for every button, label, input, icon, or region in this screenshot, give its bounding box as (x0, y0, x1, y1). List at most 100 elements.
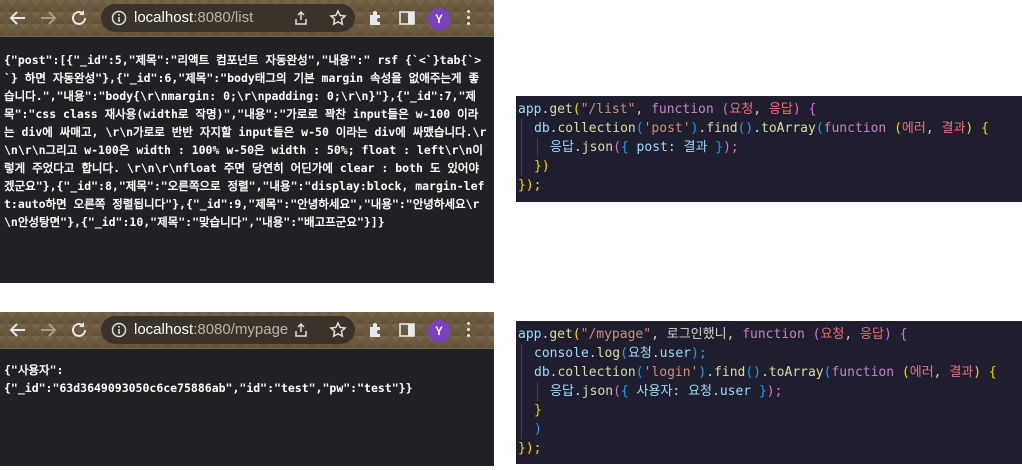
code-token: . (573, 384, 582, 399)
code-token: 결과 (941, 121, 966, 136)
code-token: { (899, 327, 908, 342)
code-token: ( (635, 121, 644, 136)
code-token: }) (534, 159, 550, 174)
code-token: 에러 (901, 121, 926, 136)
share-icon[interactable] (293, 322, 309, 338)
code-token: log (596, 346, 621, 361)
code-token: ( (613, 140, 621, 155)
code-token: 응답 (550, 140, 574, 155)
code-token: ( (901, 365, 910, 380)
code-token: function (742, 327, 813, 342)
json-response-list: {"post":[{"_id":5,"제목":"리액트 컴포넌트 자동완성","… (4, 53, 487, 229)
code-line: app.get("/list", function (요청, 응답) { (518, 100, 1022, 119)
extensions-puzzle-icon[interactable] (367, 321, 385, 339)
forward-arrow-icon[interactable] (38, 320, 58, 340)
code-line: app.get("/mypage", 로그인했니, function (요청, … (518, 325, 1022, 344)
code-token: }); (518, 178, 542, 193)
browser-toolbar: localhost:8080/mypage Y (0, 312, 494, 349)
code-token: find (714, 365, 746, 380)
side-panel-icon[interactable] (398, 321, 416, 339)
code-token: () (745, 365, 762, 380)
url-text: localhost:8080/mypage (134, 321, 288, 338)
code-token: 사용자: 요청.user (628, 384, 759, 399)
address-bar[interactable]: localhost:8080/list (101, 4, 355, 32)
code-token: , 로그인했니, (651, 327, 743, 342)
code-token: collection (557, 121, 636, 136)
code-token: db (534, 365, 550, 380)
code-token: ( (635, 365, 644, 380)
json-response-mypage: {"사용자": {"_id":"63d3649093050c6ce75886ab… (4, 363, 413, 395)
reload-icon[interactable] (69, 320, 89, 340)
code-token: ( (613, 384, 621, 399)
code-line: ) (518, 420, 1022, 439)
code-token: , (933, 365, 950, 380)
code-token: 요청 (820, 327, 845, 342)
code-token: ( (572, 327, 581, 342)
code-line: } (518, 401, 1022, 420)
code-token: { (808, 102, 817, 117)
code-token: , (753, 102, 769, 117)
code-token: ); (766, 384, 783, 399)
more-menu-icon[interactable] (466, 10, 472, 28)
code-token: ); (723, 140, 739, 155)
url-host: localhost (134, 321, 194, 338)
profile-avatar[interactable]: Y (428, 8, 450, 30)
code-token: 응답 (768, 102, 793, 117)
url-host: localhost (134, 9, 194, 26)
code-token: , (844, 327, 861, 342)
code-token: }); (518, 441, 542, 456)
code-line: db.collection('post').find().toArray(fun… (518, 119, 1022, 138)
forward-arrow-icon[interactable] (38, 8, 58, 28)
more-menu-icon[interactable] (466, 322, 472, 340)
code-token: ) (883, 327, 892, 342)
browser-window-mypage: localhost:8080/mypage Y {"사용자": {"_id":"… (0, 312, 494, 466)
share-icon[interactable] (293, 10, 309, 26)
code-token: 'post' (643, 121, 691, 136)
code-token: function (823, 121, 895, 136)
code-token: json (581, 384, 614, 399)
code-token: 에러 (909, 365, 934, 380)
back-arrow-icon[interactable] (8, 320, 28, 340)
code-token: , (925, 121, 942, 136)
code-token: 결과 (949, 365, 974, 380)
code-token: 'login' (643, 365, 699, 380)
code-token: } (534, 403, 542, 418)
code-token: . (573, 140, 582, 155)
browser-window-list: localhost:8080/list Y {"post":[{"_id":5,… (0, 0, 494, 283)
code-token: 요청.user (627, 346, 691, 361)
code-token: . (753, 121, 762, 136)
address-bar[interactable]: localhost:8080/mypage (101, 316, 355, 344)
code-token: ) (534, 422, 542, 437)
url-text: localhost:8080/list (134, 9, 253, 26)
side-panel-icon[interactable] (398, 9, 416, 27)
extensions-puzzle-icon[interactable] (367, 9, 385, 27)
code-snippet-mypage-route: app.get("/mypage", 로그인했니, function (요청, … (516, 321, 1022, 464)
code-token: "/list" (580, 102, 636, 117)
back-arrow-icon[interactable] (8, 8, 28, 28)
code-token: app (518, 327, 542, 342)
site-info-icon[interactable] (111, 322, 127, 338)
reload-icon[interactable] (69, 8, 89, 28)
code-line: }); (518, 439, 1022, 458)
code-token: , (635, 102, 652, 117)
code-token: toArray (768, 365, 824, 380)
code-line: }); (518, 176, 1022, 195)
profile-avatar[interactable]: Y (428, 320, 450, 342)
url-path: :8080/list (193, 9, 254, 26)
code-token: get (549, 102, 573, 117)
code-token: 응답 (860, 327, 884, 342)
code-token: ( (572, 102, 581, 117)
code-line: db.collection('login').find().toArray(fu… (518, 363, 1022, 382)
code-token: . (588, 346, 597, 361)
code-token: db (534, 121, 550, 136)
code-token: } (758, 384, 767, 399)
bookmark-star-icon[interactable] (329, 321, 347, 339)
bookmark-star-icon[interactable] (329, 9, 347, 27)
code-token: "/mypage" (580, 327, 652, 342)
code-token: json (581, 140, 614, 155)
site-info-icon[interactable] (111, 10, 127, 26)
code-token: { (620, 384, 629, 399)
code-token: { (988, 365, 997, 380)
